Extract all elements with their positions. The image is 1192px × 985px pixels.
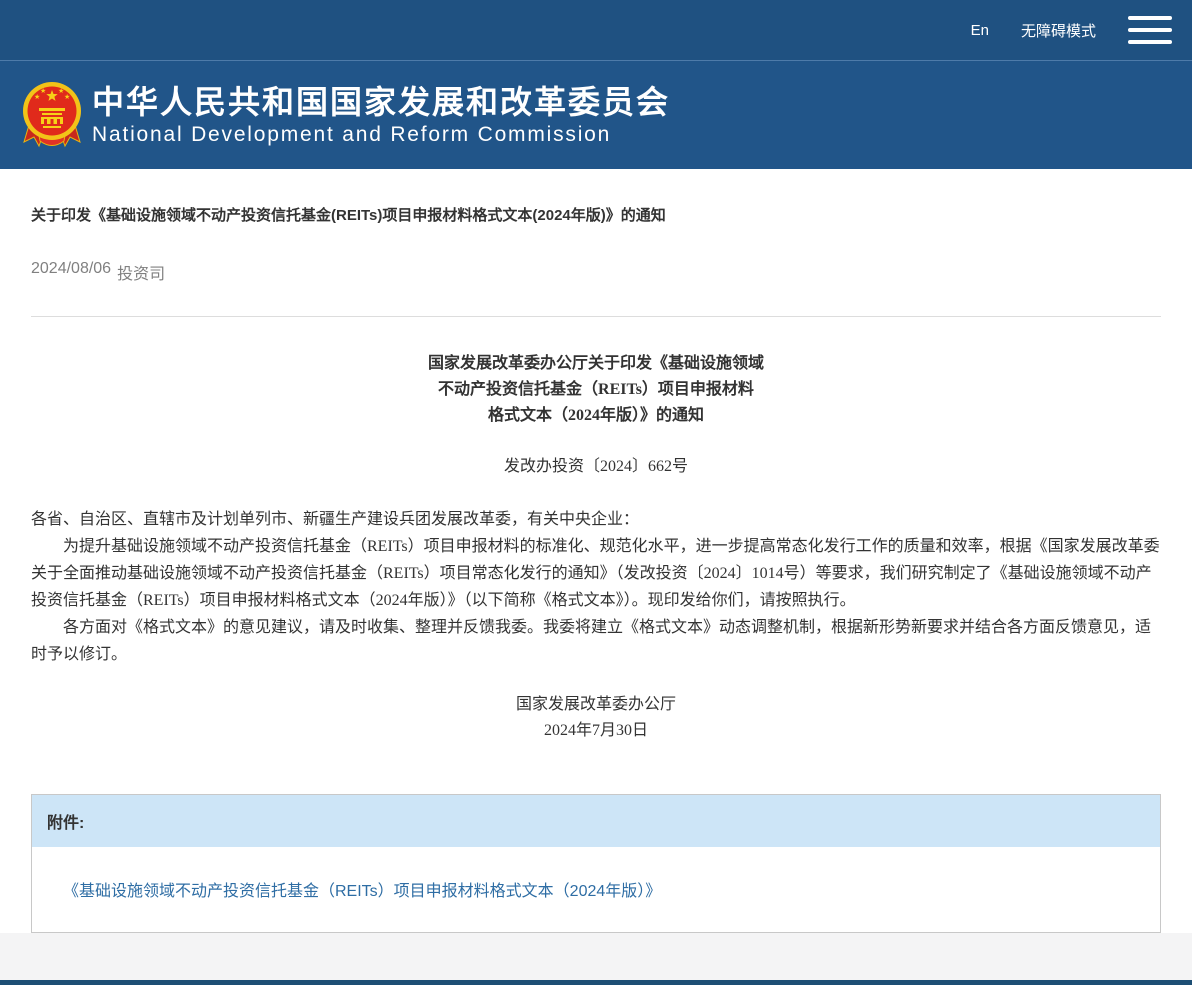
document-number: 发改办投资〔2024〕662号 — [31, 452, 1161, 476]
signature-date: 2024年7月30日 — [31, 718, 1161, 744]
top-bar: En 无障碍模式 — [0, 0, 1192, 61]
footer-bottom-bar — [0, 980, 1192, 985]
body-paragraph-2: 各方面对《格式文本》的意见建议，请及时收集、整理并反馈我委。我委将建立《格式文本… — [31, 614, 1161, 668]
accessibility-mode-link[interactable]: 无障碍模式 — [1021, 20, 1096, 41]
document-title-line-1: 国家发展改革委办公厅关于印发《基础设施领域 — [31, 351, 1161, 377]
attachment-box: 附件: 《基础设施领域不动产投资信托基金（REITs）项目申报材料格式文本（20… — [31, 794, 1161, 933]
article-meta: 2024/08/06 投资司 — [31, 260, 1161, 284]
hamburger-bar — [1128, 40, 1172, 44]
attachment-header-label: 附件: — [32, 795, 1160, 847]
hamburger-bar — [1128, 16, 1172, 20]
document-title-line-3: 格式文本（2024年版）》的通知 — [31, 403, 1161, 429]
publish-date: 2024/08/06 — [31, 260, 111, 284]
site-titles: 中华人民共和国国家发展和改革委员会 National Development a… — [92, 83, 670, 147]
site-title-cn: 中华人民共和国国家发展和改革委员会 — [92, 83, 670, 121]
article-title: 关于印发《基础设施领域不动产投资信托基金(REITs)项目申报材料格式文本(20… — [31, 206, 1161, 226]
article-content: 关于印发《基础设施领域不动产投资信托基金(REITs)项目申报材料格式文本(20… — [0, 169, 1192, 933]
footer — [0, 933, 1192, 980]
signature-org: 国家发展改革委办公厅 — [31, 692, 1161, 718]
attachment-body: 《基础设施领域不动产投资信托基金（REITs）项目申报材料格式文本（2024年版… — [32, 847, 1160, 932]
publish-department: 投资司 — [117, 260, 165, 284]
site-header: ★ ★ ★ ★ 中华人民共和国国家发展和改革委员会 National Devel… — [0, 61, 1192, 169]
document-title-line-2: 不动产投资信托基金（REITs）项目申报材料 — [31, 377, 1161, 403]
attachment-link[interactable]: 《基础设施领域不动产投资信托基金（REITs）项目申报材料格式文本（2024年版… — [63, 883, 661, 900]
topbar-links: En 无障碍模式 — [971, 14, 1172, 46]
language-toggle-en[interactable]: En — [971, 22, 989, 39]
hamburger-bar — [1128, 28, 1172, 32]
salutation-paragraph: 各省、自治区、直辖市及计划单列市、新疆生产建设兵团发展改革委，有关中央企业： — [31, 506, 1161, 533]
document-body: 国家发展改革委办公厅关于印发《基础设施领域 不动产投资信托基金（REITs）项目… — [31, 351, 1161, 744]
page: En 无障碍模式 ★ ★ ★ ★ — [0, 0, 1192, 985]
document-title: 国家发展改革委办公厅关于印发《基础设施领域 不动产投资信托基金（REITs）项目… — [31, 351, 1161, 429]
svg-text:★: ★ — [40, 87, 46, 95]
site-title-en: National Development and Reform Commissi… — [92, 122, 670, 147]
divider — [31, 316, 1161, 317]
national-emblem-icon: ★ ★ ★ ★ — [20, 81, 84, 149]
body-paragraph-1: 为提升基础设施领域不动产投资信托基金（REITs）项目申报材料的标准化、规范化水… — [31, 533, 1161, 614]
svg-text:★: ★ — [64, 93, 70, 101]
site-logo[interactable]: ★ ★ ★ ★ 中华人民共和国国家发展和改革委员会 National Devel… — [20, 81, 670, 149]
hamburger-menu-icon[interactable] — [1128, 14, 1172, 46]
